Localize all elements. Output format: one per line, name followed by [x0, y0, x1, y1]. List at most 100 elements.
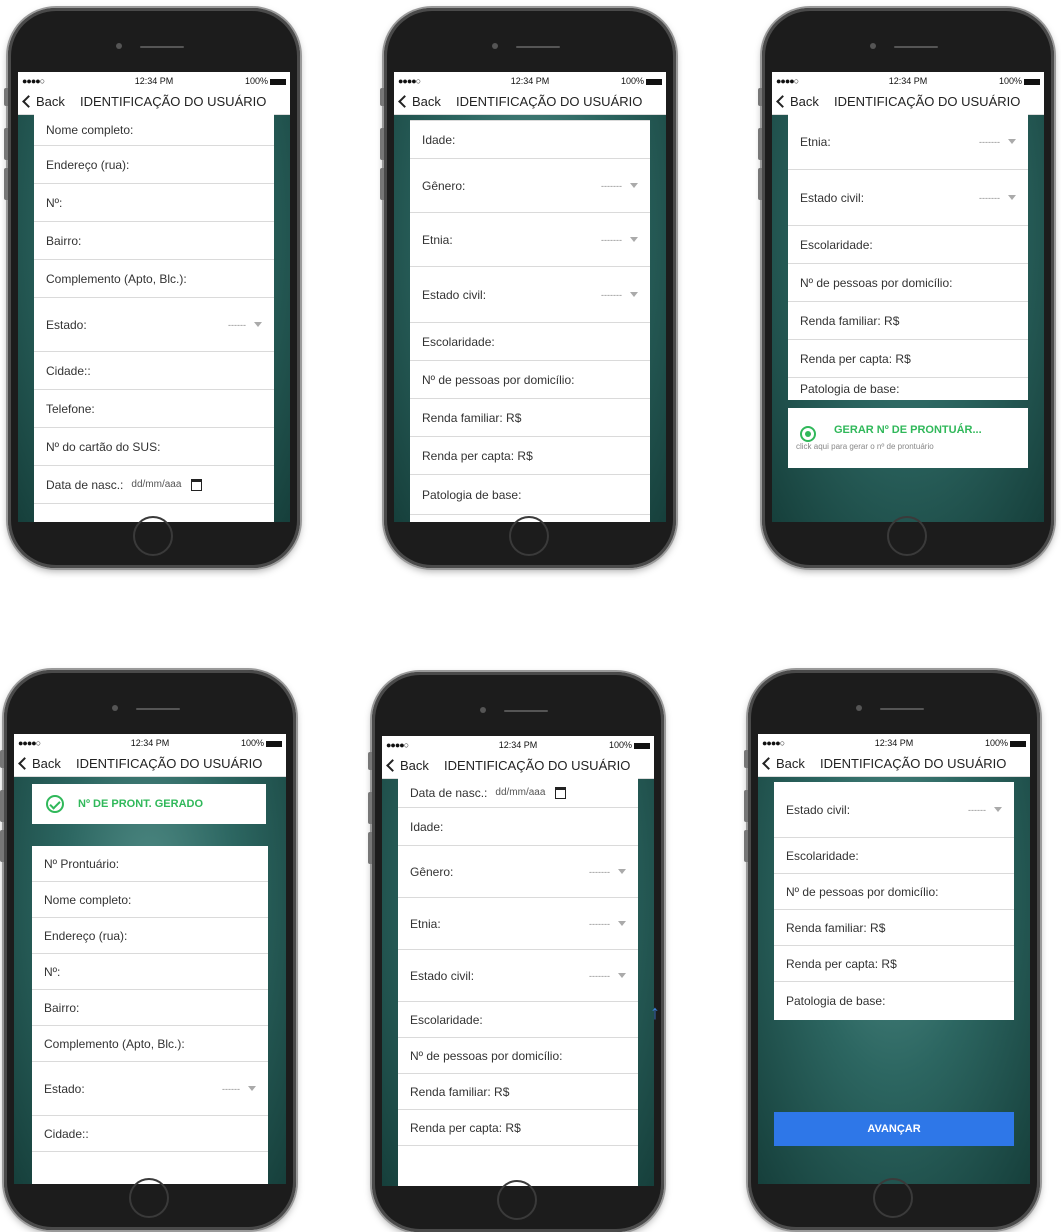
field-escolaridade[interactable]: Escolaridade:	[788, 226, 1028, 264]
field-pessoas[interactable]: Nº de pessoas por domicílio:	[410, 361, 650, 399]
field-idade[interactable]: Idade:	[410, 121, 650, 159]
phone-5: ●●●●○ 12:34 PM 100% Back IDENTIFICAÇÃO DO U…	[368, 672, 664, 1232]
battery-icon	[646, 78, 662, 85]
field-endereco[interactable]: Endereço (rua):	[34, 146, 274, 184]
field-patologia[interactable]: Patologia de base:	[410, 475, 650, 515]
status-bar: ●●●●○ 12:34 PM 100%	[394, 72, 666, 90]
field-estado-civil[interactable]: Estado civil: ------	[774, 782, 1014, 838]
field-datanasc[interactable]: Data de nasc.: dd/mm/aaa	[34, 466, 274, 504]
page-title: IDENTIFICAÇÃO DO USUÁRIO	[834, 94, 1021, 109]
field-patologia[interactable]: Patologia de base:	[774, 982, 1014, 1020]
dropdown-arrow-icon	[630, 292, 638, 297]
status-bar: ●●●●○ 12:34 PM 100%	[14, 734, 286, 752]
field-cidade[interactable]: Cidade::	[34, 352, 274, 390]
screen: ●●●●○ 12:34 PM 100% Back IDENTIFICAÇÃO DO U…	[382, 736, 654, 1186]
field-pessoas[interactable]: Nº de pessoas por domicílio:	[398, 1038, 638, 1074]
home-button[interactable]	[129, 1178, 169, 1218]
screen: ●●●●○ 12:34 PM 100% Back IDENTIFICAÇÃO DO U…	[772, 72, 1044, 522]
back-button[interactable]: Back	[762, 752, 805, 776]
page-title: IDENTIFICAÇÃO DO USUÁRIO	[76, 756, 263, 771]
gerar-prontuario-button[interactable]: GERAR Nº DE PRONTUÁR... click aqui para …	[788, 408, 1028, 468]
field-escolaridade[interactable]: Escolaridade:	[410, 323, 650, 361]
dropdown-arrow-icon	[618, 869, 626, 874]
field-estado-civil[interactable]: Estado civil: -------	[788, 170, 1028, 226]
home-button[interactable]	[133, 516, 173, 556]
dropdown-arrow-icon	[1008, 195, 1016, 200]
phone-2: ●●●●○ 12:34 PM 100% Back IDENTIFICAÇÃO DO U…	[380, 8, 676, 568]
field-renda-capita[interactable]: Renda per capta: R$	[398, 1110, 638, 1146]
field-etnia[interactable]: Etnia: -------	[398, 898, 638, 950]
home-button[interactable]	[509, 516, 549, 556]
field-escolaridade[interactable]: Escolaridade:	[774, 838, 1014, 874]
field-idade[interactable]: Idade:	[398, 808, 638, 846]
gerar-label: GERAR Nº DE PRONTUÁR...	[834, 424, 982, 436]
battery-icon	[270, 78, 286, 85]
field-renda-capita[interactable]: Renda per capta: R$	[788, 340, 1028, 378]
field-etnia[interactable]: Etnia: -------	[788, 114, 1028, 170]
battery-icon	[1024, 78, 1040, 85]
field-nome[interactable]: Nome completo:	[34, 114, 274, 146]
home-button[interactable]	[887, 516, 927, 556]
field-telefone[interactable]: Telefone:	[34, 390, 274, 428]
field-sus[interactable]: Nº do cartão do SUS:	[34, 428, 274, 466]
status-bar: ●●●●○ 12:34 PM 100%	[18, 72, 290, 90]
field-genero[interactable]: Gênero: -------	[410, 159, 650, 213]
field-prontuario[interactable]: Nº Prontuário:	[32, 846, 268, 882]
back-button[interactable]: Back	[776, 90, 819, 114]
field-estado[interactable]: Estado: ------	[32, 1062, 268, 1116]
screen: ●●●●○ 12:34 PM 100% Back IDENTIFICAÇÃO DO U…	[394, 72, 666, 522]
battery-icon	[634, 742, 650, 749]
field-bairro[interactable]: Bairro:	[34, 222, 274, 260]
back-button[interactable]: Back	[386, 754, 429, 778]
field-renda-capita[interactable]: Renda per capta: R$	[410, 437, 650, 475]
screen: ●●●●○ 12:34 PM 100% Back IDENTIFICAÇÃO DO U…	[758, 734, 1030, 1184]
calendar-icon	[191, 478, 203, 491]
field-etnia[interactable]: Etnia: -------	[410, 213, 650, 267]
field-pessoas[interactable]: Nº de pessoas por domicílio:	[788, 264, 1028, 302]
chevron-left-icon	[398, 95, 411, 108]
field-renda-familiar[interactable]: Renda familiar: R$	[788, 302, 1028, 340]
field-renda-familiar[interactable]: Renda familiar: R$	[774, 910, 1014, 946]
back-button[interactable]: Back	[22, 90, 65, 114]
dropdown-arrow-icon	[630, 237, 638, 242]
chevron-left-icon	[18, 757, 31, 770]
back-button[interactable]: Back	[398, 90, 441, 114]
status-bar: ●●●●○ 12:34 PM 100%	[772, 72, 1044, 90]
page-title: IDENTIFICAÇÃO DO USUÁRIO	[444, 758, 631, 773]
avancar-button[interactable]: AVANÇAR	[774, 1112, 1014, 1146]
field-bairro[interactable]: Bairro:	[32, 990, 268, 1026]
field-pessoas[interactable]: Nº de pessoas por domicílio:	[774, 874, 1014, 910]
field-estado-civil[interactable]: Estado civil: -------	[410, 267, 650, 323]
field-numero[interactable]: Nº:	[34, 184, 274, 222]
nav-bar: Back IDENTIFICAÇÃO DO USUÁRIO	[382, 754, 654, 779]
nav-bar: Back IDENTIFICAÇÃO DO USUÁRIO	[18, 90, 290, 115]
dropdown-arrow-icon	[254, 322, 262, 327]
field-renda-familiar[interactable]: Renda familiar: R$	[410, 399, 650, 437]
field-genero[interactable]: Gênero: -------	[398, 846, 638, 898]
field-patologia[interactable]: Patologia de base:	[788, 378, 1028, 400]
field-renda-capita[interactable]: Renda per capta: R$	[774, 946, 1014, 982]
nav-bar: Back IDENTIFICAÇÃO DO USUÁRIO	[394, 90, 666, 115]
back-button[interactable]: Back	[18, 752, 61, 776]
field-complemento[interactable]: Complemento (Apto, Blc.):	[34, 260, 274, 298]
status-bar: ●●●●○ 12:34 PM 100%	[758, 734, 1030, 752]
field-estado-civil[interactable]: Estado civil: -------	[398, 950, 638, 1002]
field-numero[interactable]: Nº:	[32, 954, 268, 990]
field-datanasc[interactable]: Data de nasc.: dd/mm/aaa	[398, 778, 638, 808]
field-renda-familiar[interactable]: Renda familiar: R$	[398, 1074, 638, 1110]
dropdown-arrow-icon	[618, 973, 626, 978]
check-circle-icon	[46, 795, 64, 813]
estado-dropdown[interactable]: ------	[228, 320, 262, 330]
phone-3: ●●●●○ 12:34 PM 100% Back IDENTIFICAÇÃO DO U…	[758, 8, 1054, 568]
field-cidade[interactable]: Cidade::	[32, 1116, 268, 1152]
field-nome[interactable]: Nome completo:	[32, 882, 268, 918]
home-button[interactable]	[873, 1178, 913, 1218]
phone-6: ●●●●○ 12:34 PM 100% Back IDENTIFICAÇÃO DO U…	[744, 670, 1040, 1230]
field-endereco[interactable]: Endereço (rua):	[32, 918, 268, 954]
chevron-left-icon	[22, 95, 35, 108]
field-estado[interactable]: Estado: ------	[34, 298, 274, 352]
home-button[interactable]	[497, 1180, 537, 1220]
field-escolaridade[interactable]: Escolaridade:	[398, 1002, 638, 1038]
field-complemento[interactable]: Complemento (Apto, Blc.):	[32, 1026, 268, 1062]
form-card: Etnia: ------- Estado civil: ------- Escol…	[788, 114, 1028, 400]
